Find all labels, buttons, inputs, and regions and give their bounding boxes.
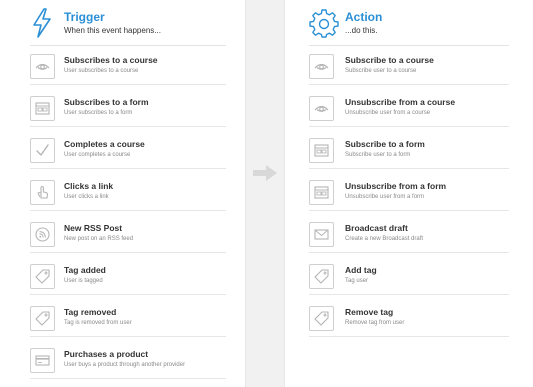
action-item-add-tag[interactable]: Add tag Tag user: [309, 259, 509, 295]
tag-icon: [35, 311, 50, 326]
course-eye-icon: [314, 105, 329, 112]
action-item-subscribe-course[interactable]: Subscribe to a course Subscribe user to …: [309, 49, 509, 85]
action-item-desc: Unsubscribe user from a form: [345, 194, 425, 200]
action-item-title: Subscribe to a form: [345, 139, 425, 149]
trigger-subtitle: When this event happens...: [64, 26, 161, 35]
trigger-item-desc: User buys a product through another prov…: [64, 362, 186, 368]
tag-icon: [314, 311, 329, 326]
trigger-header: Trigger When this event happens...: [30, 6, 226, 46]
trigger-item-desc: User is tagged: [64, 278, 103, 284]
action-item-title: Add tag: [345, 265, 377, 275]
course-eye-icon: [314, 63, 329, 70]
trigger-item-tag-added[interactable]: Tag added User is tagged: [30, 259, 226, 295]
action-item-desc: Create a new Broadcast draft: [345, 236, 424, 242]
credit-card-icon: [35, 355, 50, 366]
checkmark-icon: [36, 144, 49, 156]
trigger-item-clicks-link[interactable]: Clicks a link User clicks a link: [30, 175, 226, 211]
tag-icon: [314, 269, 329, 284]
trigger-item-desc: New post on an RSS feed: [64, 236, 134, 242]
trigger-item-purchases-product[interactable]: Purchases a product User buys a product …: [30, 343, 226, 379]
action-item-subscribe-form[interactable]: Subscribe to a form Subscribe user to a …: [309, 133, 509, 169]
trigger-item-title: Purchases a product: [64, 349, 149, 359]
tag-icon: [35, 269, 50, 284]
action-item-desc: Tag user: [345, 278, 369, 284]
action-item-desc: Unsubscribe user from a course: [345, 110, 431, 116]
trigger-item-title: New RSS Post: [64, 223, 123, 233]
trigger-item-new-rss-post[interactable]: New RSS Post New post on an RSS feed: [30, 217, 226, 253]
trigger-item-desc: User subscribes to a form: [64, 110, 133, 116]
form-icon: [314, 144, 329, 157]
trigger-item-desc: User clicks a link: [64, 194, 109, 200]
action-header: Action ...do this.: [309, 6, 509, 46]
action-panel: Action ...do this. Subscribe to a course…: [284, 0, 533, 387]
action-item-title: Remove tag: [345, 307, 394, 317]
form-icon: [35, 102, 50, 115]
action-item-broadcast-draft[interactable]: Broadcast draft Create a new Broadcast d…: [309, 217, 509, 253]
right-arrow-icon: [253, 165, 277, 181]
trigger-item-title: Subscribes to a form: [64, 97, 149, 107]
action-item-desc: Remove tag from user: [345, 320, 405, 326]
trigger-item-title: Tag removed: [64, 307, 117, 317]
lightning-bolt-icon: [33, 8, 51, 38]
trigger-item-subscribes-course[interactable]: Subscribes to a course User subscribes t…: [30, 49, 226, 85]
trigger-item-title: Completes a course: [64, 139, 145, 149]
form-icon: [314, 186, 329, 199]
trigger-item-desc: User subscribes to a course: [64, 68, 139, 74]
action-item-title: Unsubscribe from a form: [345, 181, 447, 191]
gear-icon: [309, 9, 339, 38]
course-eye-icon: [35, 63, 50, 70]
trigger-item-title: Clicks a link: [64, 181, 114, 191]
trigger-item-desc: User completes a course: [64, 152, 131, 158]
action-item-title: Unsubscribe from a course: [345, 97, 456, 107]
trigger-panel: Trigger When this event happens... Subsc…: [0, 0, 246, 387]
action-item-desc: Subscribe user to a course: [345, 68, 417, 74]
action-item-remove-tag[interactable]: Remove tag Remove tag from user: [309, 301, 509, 337]
action-title: Action: [345, 10, 383, 24]
trigger-title: Trigger: [64, 10, 105, 24]
action-item-unsubscribe-form[interactable]: Unsubscribe from a form Unsubscribe user…: [309, 175, 509, 211]
trigger-item-completes-course[interactable]: Completes a course User completes a cour…: [30, 133, 226, 169]
trigger-item-title: Subscribes to a course: [64, 55, 158, 65]
trigger-item-title: Tag added: [64, 265, 106, 275]
action-item-desc: Subscribe user to a form: [345, 152, 411, 158]
envelope-icon: [314, 229, 329, 240]
trigger-item-subscribes-form[interactable]: Subscribes to a form User subscribes to …: [30, 91, 226, 127]
action-item-title: Subscribe to a course: [345, 55, 434, 65]
trigger-item-desc: Tag is removed from user: [64, 320, 132, 326]
rss-icon: [35, 227, 50, 242]
pointer-hand-icon: [37, 185, 49, 199]
trigger-item-tag-removed[interactable]: Tag removed Tag is removed from user: [30, 301, 226, 337]
panel-gap: [246, 0, 284, 387]
action-item-title: Broadcast draft: [345, 223, 408, 233]
action-item-unsubscribe-course[interactable]: Unsubscribe from a course Unsubscribe us…: [309, 91, 509, 127]
action-subtitle: ...do this.: [345, 26, 378, 35]
